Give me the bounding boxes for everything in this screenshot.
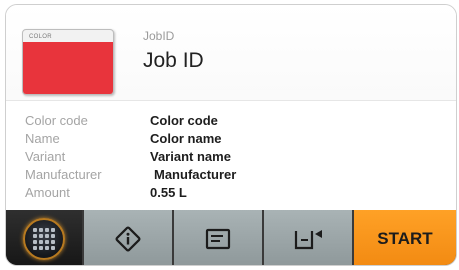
detail-label: Amount (25, 185, 70, 200)
detail-label: Name (25, 131, 60, 146)
bottom-toolbar: START (6, 210, 456, 265)
job-list-button[interactable] (174, 210, 264, 265)
job-id-label: JobID (143, 29, 175, 43)
info-button[interactable] (84, 210, 174, 265)
dispense-can-button[interactable] (264, 210, 354, 265)
info-diamond-icon (115, 226, 141, 251)
detail-label: Manufacturer (25, 167, 102, 182)
detail-value: Color code (150, 113, 218, 128)
color-swatch-fill (23, 42, 113, 94)
detail-row-manufacturer: Manufacturer Manufacturer (6, 167, 456, 185)
job-header: COLOR JobID Job ID (6, 5, 456, 101)
detail-value: Manufacturer (154, 167, 237, 182)
detail-label: Variant (25, 149, 66, 164)
swatch-label: COLOR (29, 34, 52, 40)
detail-value: Color name (150, 131, 222, 146)
detail-label: Color code (25, 113, 88, 128)
detail-row-variant: Variant Variant name (6, 149, 456, 167)
grid-menu-icon (23, 217, 65, 260)
color-swatch-card: COLOR (22, 29, 114, 95)
detail-value: 0.55 L (150, 185, 187, 200)
detail-row-name: Name Color name (6, 131, 456, 149)
detail-row-color-code: Color code Color code (6, 113, 456, 131)
start-button[interactable]: START (354, 210, 456, 265)
start-button-label: START (377, 228, 433, 248)
paint-can-icon (294, 229, 322, 249)
document-list-icon (205, 228, 231, 249)
home-menu-button[interactable] (6, 210, 84, 265)
job-id-value: Job ID (143, 49, 204, 72)
app-window: COLOR JobID Job ID Color code Color code… (5, 4, 457, 266)
detail-value: Variant name (150, 149, 231, 164)
detail-row-amount: Amount 0.55 L (6, 185, 456, 203)
